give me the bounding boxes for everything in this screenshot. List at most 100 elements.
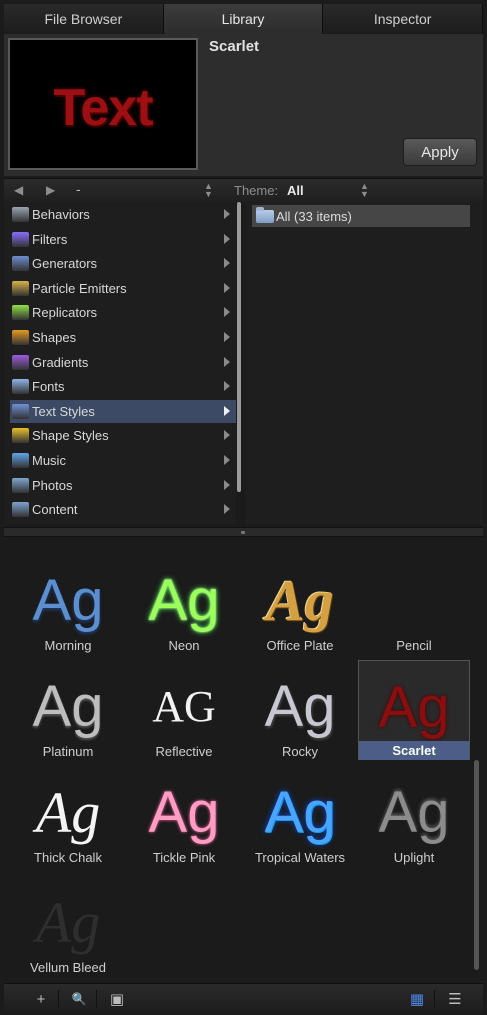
style-sample: Ag bbox=[264, 780, 336, 845]
sidebar-item-label: Filters bbox=[32, 231, 68, 247]
sidebar-item-content[interactable]: Content bbox=[10, 498, 236, 521]
style-tile-neon[interactable]: Ag Neon bbox=[128, 554, 240, 654]
style-tile-office-plate[interactable]: Ag Office Plate bbox=[244, 554, 356, 654]
style-tile-pencil[interactable]: Pencil bbox=[358, 554, 470, 654]
sidebar-item-replicators[interactable]: Replicators bbox=[10, 301, 236, 324]
tab-library[interactable]: Library bbox=[163, 4, 324, 34]
disclosure-arrow-icon bbox=[224, 356, 230, 367]
toolbar-divider bbox=[434, 990, 435, 1008]
disclosure-arrow-icon bbox=[224, 282, 230, 293]
forward-arrow-icon[interactable]: ▶ bbox=[46, 183, 55, 197]
apply-button[interactable]: Apply bbox=[403, 138, 477, 166]
sidebar-item-generators[interactable]: Generators bbox=[10, 252, 236, 275]
list-view-icon[interactable]: ☰ bbox=[442, 988, 468, 1010]
style-tile-morning[interactable]: Ag Morning bbox=[12, 554, 124, 654]
preview-thumbnail: Text bbox=[8, 38, 198, 170]
photos-icon bbox=[12, 477, 29, 493]
gradients-icon bbox=[12, 354, 29, 370]
sidebar-item-label: Photos bbox=[32, 477, 73, 493]
style-sample: Ag bbox=[35, 890, 101, 955]
style-sample: Ag bbox=[266, 568, 334, 633]
toolbar-divider bbox=[58, 990, 59, 1008]
style-tile-uplight[interactable]: Ag Uplight bbox=[358, 766, 470, 866]
shape-styles-icon bbox=[12, 428, 29, 444]
style-sample: Ag bbox=[148, 568, 220, 633]
disclosure-arrow-icon bbox=[224, 332, 230, 342]
style-tile-scarlet[interactable]: Ag Scarlet bbox=[358, 660, 470, 760]
disclosure-arrow-icon bbox=[224, 381, 230, 392]
sidebar-item-label: Content bbox=[32, 502, 78, 518]
grid-view-icon[interactable]: ▦ bbox=[404, 988, 430, 1010]
category-list: Behaviors Filters Generators Particle Emitt… bbox=[4, 202, 236, 524]
style-sample: Ag bbox=[35, 780, 101, 845]
preview-panel: Text Scarlet Apply bbox=[4, 34, 483, 176]
back-arrow-icon[interactable]: ◀ bbox=[14, 183, 23, 197]
style-sample: Ag bbox=[32, 568, 104, 633]
gear-icon bbox=[12, 207, 29, 222]
style-sample: Ag bbox=[378, 780, 450, 845]
style-sample: AG bbox=[152, 682, 216, 731]
style-label: Office Plate bbox=[266, 638, 334, 653]
sidebar-item-behaviors[interactable]: Behaviors bbox=[10, 203, 236, 226]
style-tile-platinum[interactable]: Ag Platinum bbox=[12, 660, 124, 760]
theme-popup[interactable]: All bbox=[287, 183, 304, 198]
sidebar-item-text-styles[interactable]: Text Styles bbox=[10, 399, 236, 423]
sidebar-item-filters[interactable]: Filters bbox=[10, 228, 236, 251]
tab-inspector[interactable]: Inspector bbox=[323, 4, 484, 34]
fonts-icon bbox=[12, 379, 29, 395]
disclosure-arrow-icon bbox=[224, 209, 230, 219]
style-tile-reflective[interactable]: AG Reflective bbox=[128, 660, 240, 760]
path-stepper-icon[interactable]: ▲ ▼ bbox=[204, 182, 213, 199]
sidebar-item-photos[interactable]: Photos bbox=[10, 474, 236, 497]
style-sample: Ag bbox=[264, 674, 336, 739]
list-item-all[interactable]: All (33 items) bbox=[252, 205, 470, 227]
splitter-handle[interactable] bbox=[241, 531, 245, 534]
style-tile-tickle-pink[interactable]: Ag Tickle Pink bbox=[128, 766, 240, 866]
sidebar-item-fonts[interactable]: Fonts bbox=[10, 375, 236, 398]
sidebar-item-label: Behaviors bbox=[32, 207, 90, 222]
tab-file-browser[interactable]: File Browser bbox=[4, 4, 164, 34]
style-sample: Ag bbox=[378, 675, 450, 740]
grid-scrollbar[interactable] bbox=[474, 760, 479, 970]
style-sample: Ag bbox=[148, 780, 220, 845]
style-label: Uplight bbox=[393, 850, 435, 865]
theme-stepper-icon[interactable]: ▲ ▼ bbox=[360, 182, 369, 199]
disclosure-arrow-icon bbox=[224, 233, 230, 244]
preview-toggle-icon[interactable]: ▣ bbox=[104, 988, 130, 1010]
style-tile-thick-chalk[interactable]: Ag Thick Chalk bbox=[12, 766, 124, 866]
style-grid: Ag Morning Ag Neon Ag Office Plate Pencil Ag Pla… bbox=[4, 540, 483, 980]
category-scrollbar[interactable] bbox=[237, 202, 241, 492]
style-tile-tropical-waters[interactable]: Ag Tropical Waters bbox=[244, 766, 356, 866]
sidebar-item-shape-styles[interactable]: Shape Styles bbox=[10, 424, 236, 447]
pane-splitter[interactable] bbox=[4, 527, 483, 537]
sidebar-item-label: Text Styles bbox=[32, 403, 95, 419]
theme-label: Theme: bbox=[234, 183, 279, 198]
style-label: Thick Chalk bbox=[34, 850, 102, 865]
sidebar-item-label: Replicators bbox=[32, 305, 98, 321]
disclosure-arrow-icon bbox=[224, 405, 230, 416]
particle-emitters-icon bbox=[12, 280, 29, 296]
shapes-icon bbox=[12, 330, 29, 345]
style-tile-vellum-bleed[interactable]: Ag Vellum Bleed bbox=[12, 876, 124, 976]
add-icon[interactable]: + bbox=[28, 988, 54, 1010]
style-label: Reflective bbox=[155, 744, 213, 759]
generators-icon bbox=[12, 256, 29, 272]
style-label: Morning bbox=[44, 638, 92, 653]
path-popup[interactable]: - bbox=[76, 181, 81, 197]
folder-icon bbox=[256, 206, 274, 223]
search-icon[interactable]: 🔍 bbox=[66, 988, 92, 1010]
disclosure-arrow-icon bbox=[224, 307, 230, 318]
style-tile-rocky[interactable]: Ag Rocky bbox=[244, 660, 356, 760]
sidebar-item-particle-emitters[interactable]: Particle Emitters bbox=[10, 277, 236, 300]
sidebar-item-shapes[interactable]: Shapes bbox=[10, 326, 236, 349]
content-folder-icon bbox=[12, 502, 29, 518]
bottom-toolbar: + 🔍 ▣ ▦ ☰ bbox=[4, 983, 483, 1013]
tab-bar: File Browser Library Inspector bbox=[4, 4, 484, 34]
sidebar-item-gradients[interactable]: Gradients bbox=[10, 351, 236, 374]
sidebar-item-music[interactable]: Music bbox=[10, 449, 236, 472]
toolbar-divider bbox=[96, 990, 97, 1008]
sidebar-item-label: Gradients bbox=[32, 354, 89, 370]
disclosure-arrow-icon bbox=[224, 479, 230, 490]
item-label: All (33 items) bbox=[276, 208, 352, 224]
style-sample bbox=[358, 568, 470, 634]
